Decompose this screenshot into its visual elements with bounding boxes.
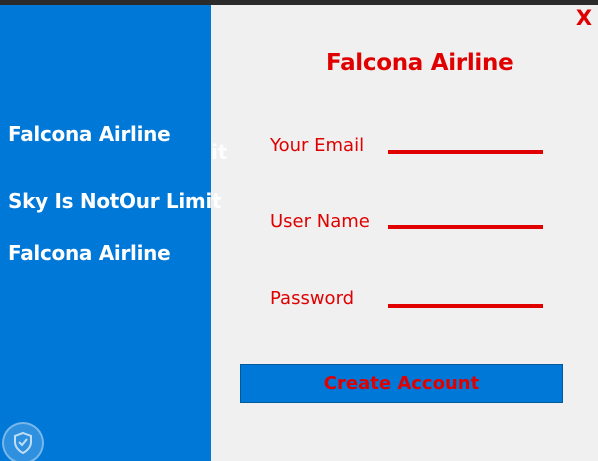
tagline-overflow-fragment: it (211, 140, 228, 164)
password-label: Password (270, 288, 355, 309)
sidebar-title: Falcona Airline (8, 122, 171, 146)
sidebar-tagline: Sky Is NotOur Limit (8, 189, 222, 213)
brand-sidebar: Falcona Airline Sky Is NotOur Limit Falc… (0, 5, 222, 461)
username-field[interactable] (388, 205, 543, 229)
close-button[interactable]: X (574, 6, 594, 30)
sidebar-title-repeat: Falcona Airline (8, 241, 171, 265)
email-label: Your Email (270, 135, 365, 156)
username-label: User Name (270, 211, 370, 232)
create-account-button[interactable]: Create Account (240, 364, 563, 403)
shield-check-icon (2, 422, 44, 461)
signup-window: Falcona Airline Sky Is NotOur Limit Falc… (0, 0, 598, 461)
form-title: Falcona Airline (326, 50, 514, 76)
password-field[interactable] (388, 284, 543, 308)
email-field[interactable] (388, 130, 543, 154)
